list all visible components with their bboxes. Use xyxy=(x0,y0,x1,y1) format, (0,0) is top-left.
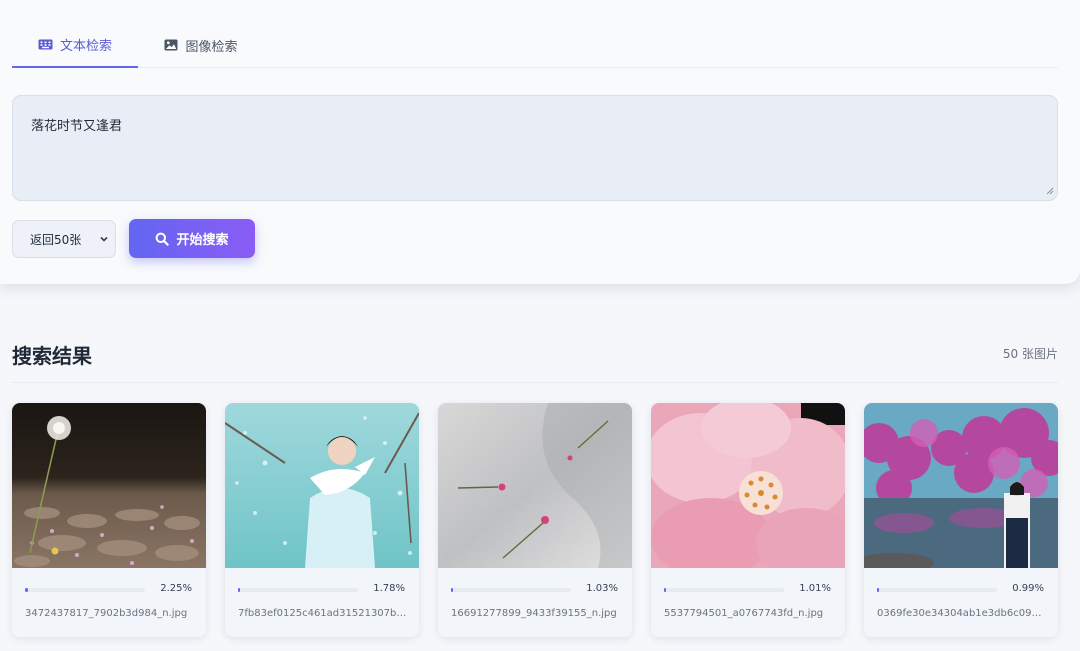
result-info: 1.03% 16691277899_9433f39155_n.jpg xyxy=(438,568,632,637)
result-card[interactable]: 1.01% 5537794501_a0767743fd_n.jpg xyxy=(651,403,845,637)
similarity-bar-fill xyxy=(451,588,453,592)
result-filename: 7fb83ef0125c461ad31521307bb... xyxy=(238,608,408,619)
result-info: 1.78% 7fb83ef0125c461ad31521307bb... xyxy=(225,568,419,637)
result-card[interactable]: 1.78% 7fb83ef0125c461ad31521307bb... xyxy=(225,403,419,637)
tab-image-search-label: 图像检索 xyxy=(185,39,238,55)
similarity-score: 0.99% xyxy=(1012,583,1044,594)
similarity-score: 1.01% xyxy=(799,583,831,594)
results-title: 搜索结果 xyxy=(12,344,92,368)
similarity-bar-fill xyxy=(877,588,879,592)
query-input[interactable] xyxy=(12,95,1058,201)
image-icon xyxy=(164,39,178,51)
search-panel: 文本检索 图像检索 返回50张 开始搜索 xyxy=(0,0,1080,284)
search-icon xyxy=(156,232,170,246)
result-count-select[interactable]: 返回50张 xyxy=(12,220,116,258)
tab-bar: 文本检索 图像检索 xyxy=(12,22,1058,68)
similarity-score: 1.03% xyxy=(586,583,618,594)
result-filename: 16691277899_9433f39155_n.jpg xyxy=(451,608,617,619)
results-count: 50 张图片 xyxy=(1002,347,1058,361)
similarity-bar-fill xyxy=(238,588,241,592)
similarity-bar-fill xyxy=(25,588,28,592)
result-filename: 3472437817_7902b3d984_n.jpg xyxy=(25,608,188,619)
result-info: 0.99% 0369fe30e34304ab1e3db6c091... xyxy=(864,568,1058,637)
results-grid: 2.25% 3472437817_7902b3d984_n.jpg 1.78% … xyxy=(12,403,1058,637)
tab-image-search[interactable]: 图像检索 xyxy=(138,22,264,68)
results-divider xyxy=(12,382,1058,383)
result-card[interactable]: 1.03% 16691277899_9433f39155_n.jpg xyxy=(438,403,632,637)
similarity-score: 1.78% xyxy=(373,583,405,594)
result-thumbnail[interactable] xyxy=(225,403,419,568)
chevron-down-icon xyxy=(100,236,108,242)
resize-grip-icon[interactable] xyxy=(1046,187,1054,195)
result-info: 2.25% 3472437817_7902b3d984_n.jpg xyxy=(12,568,206,637)
similarity-bar xyxy=(877,588,997,592)
result-thumbnail[interactable] xyxy=(864,403,1058,568)
result-info: 1.01% 5537794501_a0767743fd_n.jpg xyxy=(651,568,845,637)
result-thumbnail[interactable] xyxy=(438,403,632,568)
result-count-selected: 返回50张 xyxy=(30,232,82,247)
similarity-bar xyxy=(238,588,358,592)
result-filename: 5537794501_a0767743fd_n.jpg xyxy=(664,608,824,619)
similarity-bar xyxy=(451,588,571,592)
similarity-bar xyxy=(25,588,145,592)
start-search-button[interactable]: 开始搜索 xyxy=(129,219,255,258)
result-thumbnail[interactable] xyxy=(12,403,206,568)
similarity-bar xyxy=(664,588,784,592)
start-search-label: 开始搜索 xyxy=(176,232,229,247)
similarity-bar-fill xyxy=(664,588,666,592)
tab-text-search[interactable]: 文本检索 xyxy=(12,22,138,68)
result-thumbnail[interactable] xyxy=(651,403,845,568)
tab-text-search-label: 文本检索 xyxy=(59,38,112,54)
similarity-score: 2.25% xyxy=(160,583,192,594)
result-filename: 0369fe30e34304ab1e3db6c091... xyxy=(877,608,1047,619)
keyboard-icon xyxy=(38,39,53,50)
result-card[interactable]: 2.25% 3472437817_7902b3d984_n.jpg xyxy=(12,403,206,637)
result-card[interactable]: 0.99% 0369fe30e34304ab1e3db6c091... xyxy=(864,403,1058,637)
